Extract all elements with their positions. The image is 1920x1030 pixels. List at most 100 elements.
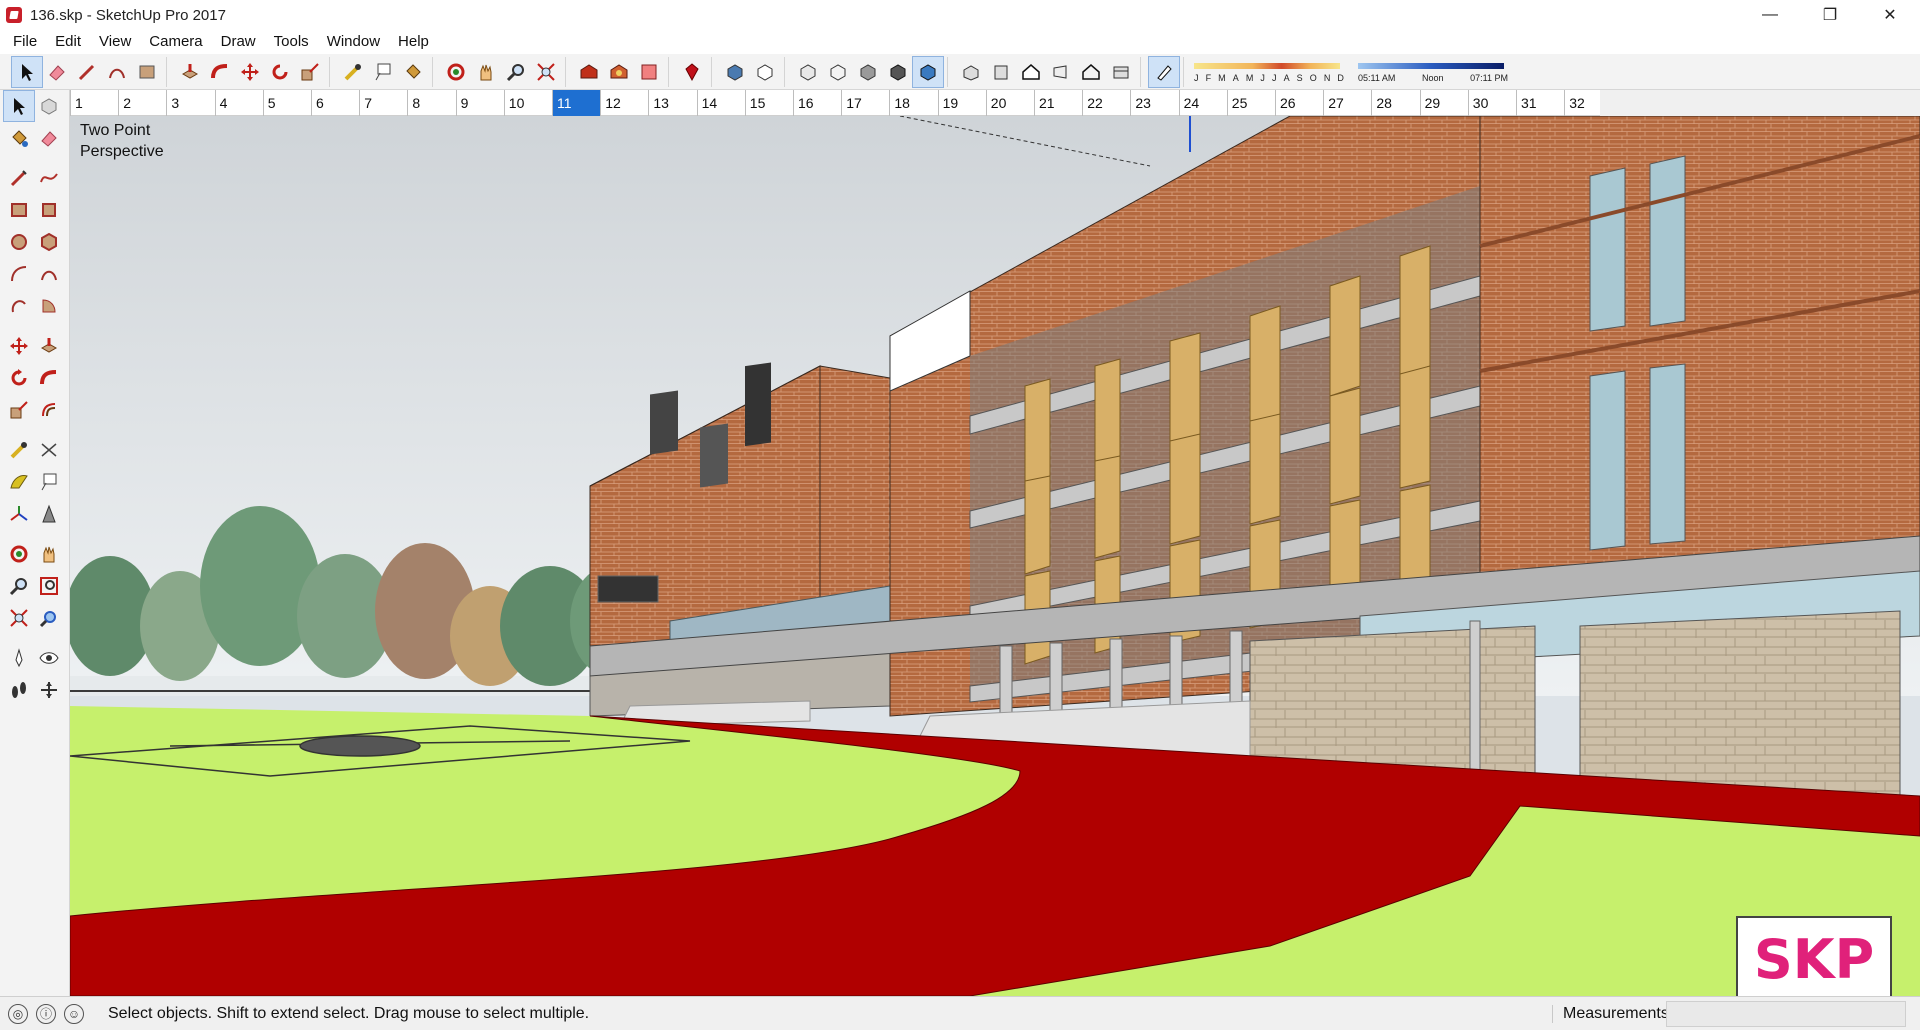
three-point-arc-tool[interactable] [4, 291, 34, 321]
layout-button[interactable] [634, 57, 664, 87]
text-button[interactable] [368, 57, 398, 87]
menu-view[interactable]: View [90, 30, 140, 54]
walk-tool[interactable] [4, 675, 34, 705]
back-view-button[interactable] [1076, 57, 1106, 87]
paint-bucket-button[interactable] [398, 57, 428, 87]
geo-location-icon[interactable]: ◎ [8, 1003, 28, 1024]
rectangle-tool[interactable] [4, 195, 34, 225]
rotated-rectangle-tool[interactable] [34, 195, 64, 225]
ruby-button[interactable] [677, 57, 707, 87]
wireframe-button[interactable] [823, 57, 853, 87]
position-camera-tool[interactable] [4, 643, 34, 673]
eraser-button[interactable] [42, 57, 72, 87]
scene-tab[interactable]: 28 [1371, 90, 1419, 116]
scene-tab[interactable]: 14 [696, 90, 745, 116]
orbit-tool[interactable] [4, 539, 34, 569]
menu-edit[interactable]: Edit [46, 30, 90, 54]
monochrome-button[interactable] [912, 55, 944, 88]
menu-window[interactable]: Window [318, 30, 389, 54]
measurements-input[interactable] [1666, 1001, 1906, 1027]
shadow-time-slider[interactable]: 05:11 AM Noon 07:11 PM [1358, 57, 1508, 87]
rotate-button[interactable] [265, 57, 295, 87]
scene-tab[interactable]: 12 [600, 90, 648, 116]
scene-tab[interactable]: 7 [359, 90, 407, 116]
menu-file[interactable]: File [4, 30, 46, 54]
shaded-button[interactable] [853, 57, 883, 87]
zoom-tool[interactable] [4, 571, 34, 601]
scene-tab[interactable]: 26 [1275, 90, 1323, 116]
scene-tab[interactable]: 9 [455, 90, 504, 116]
select-button[interactable] [11, 55, 43, 88]
select-tool[interactable] [3, 90, 35, 122]
scale-tool[interactable] [4, 395, 34, 425]
scene-tab[interactable]: 30 [1467, 90, 1516, 116]
offset-tool[interactable] [34, 395, 64, 425]
pie-tool[interactable] [34, 291, 64, 321]
textured-button[interactable] [883, 57, 913, 87]
line-tool[interactable] [4, 163, 34, 193]
scene-tab[interactable]: 18 [889, 90, 937, 116]
user-icon[interactable]: ☺ [64, 1003, 84, 1024]
shadows-button[interactable] [1148, 55, 1180, 88]
look-around-tool[interactable] [34, 643, 64, 673]
scene-tab[interactable]: 19 [937, 90, 986, 116]
rotate-tool[interactable] [4, 363, 34, 393]
scene-tab[interactable]: 25 [1226, 90, 1275, 116]
tape-measure-tool[interactable] [4, 435, 34, 465]
zoom-extents-tool[interactable] [4, 603, 34, 633]
scene-tab[interactable]: 27 [1323, 90, 1371, 116]
move-button[interactable] [235, 57, 265, 87]
dimension-tool[interactable] [34, 435, 64, 465]
right-view-button[interactable] [1046, 57, 1076, 87]
shadow-date-slider[interactable]: JFMAMJJASOND [1194, 57, 1344, 87]
scene-tab[interactable]: 13 [648, 90, 696, 116]
scene-tab[interactable]: 32 [1564, 90, 1612, 116]
menu-draw[interactable]: Draw [212, 30, 265, 54]
two-point-arc-tool[interactable] [34, 259, 64, 289]
tape-measure-button[interactable] [338, 57, 368, 87]
pan-tool[interactable] [34, 539, 64, 569]
scene-tab[interactable]: 4 [214, 90, 263, 116]
scene-tab[interactable]: 17 [841, 90, 889, 116]
scene-tab[interactable]: 29 [1419, 90, 1468, 116]
hidden-line-button[interactable] [750, 57, 780, 87]
eraser-tool[interactable] [34, 123, 64, 153]
scene-tab[interactable]: 6 [311, 90, 359, 116]
xray-button[interactable] [793, 57, 823, 87]
scene-tab[interactable]: 3 [166, 90, 214, 116]
scene-tab[interactable]: 15 [744, 90, 793, 116]
iso-view-button[interactable] [956, 57, 986, 87]
shaded-textured-button[interactable] [720, 57, 750, 87]
scale-button[interactable] [295, 57, 325, 87]
left-view-button[interactable] [1106, 57, 1136, 87]
scene-tab[interactable]: 5 [262, 90, 311, 116]
scene-tab[interactable]: 22 [1082, 90, 1130, 116]
zoom-window-tool[interactable] [34, 571, 64, 601]
three-d-text-tool[interactable] [34, 499, 64, 529]
scene-tab[interactable]: 8 [407, 90, 455, 116]
text-tool[interactable] [34, 467, 64, 497]
pencil-button[interactable] [72, 57, 102, 87]
follow-me-button[interactable] [205, 57, 235, 87]
close-button[interactable]: ✕ [1860, 0, 1920, 30]
scene-tab[interactable]: 16 [793, 90, 841, 116]
push-pull-button[interactable] [175, 57, 205, 87]
menu-tools[interactable]: Tools [265, 30, 318, 54]
model-viewport[interactable]: Two Point Perspective SKP [70, 116, 1920, 996]
front-view-button[interactable] [986, 57, 1016, 87]
section-plane-tool[interactable] [34, 675, 64, 705]
scene-tab[interactable]: 10 [503, 90, 552, 116]
arc-tool[interactable] [4, 259, 34, 289]
pan-button[interactable] [471, 57, 501, 87]
follow-me-tool[interactable] [34, 363, 64, 393]
scene-tab[interactable]: 1 [70, 90, 118, 116]
minimize-button[interactable]: — [1740, 0, 1800, 30]
previous-view-tool[interactable] [34, 603, 64, 633]
orbit-button[interactable] [441, 57, 471, 87]
warehouse-button[interactable] [574, 57, 604, 87]
push-pull-tool[interactable] [34, 331, 64, 361]
axes-tool[interactable] [4, 499, 34, 529]
scene-tab[interactable]: 24 [1178, 90, 1227, 116]
menu-help[interactable]: Help [389, 30, 438, 54]
scene-tab[interactable]: 31 [1516, 90, 1564, 116]
